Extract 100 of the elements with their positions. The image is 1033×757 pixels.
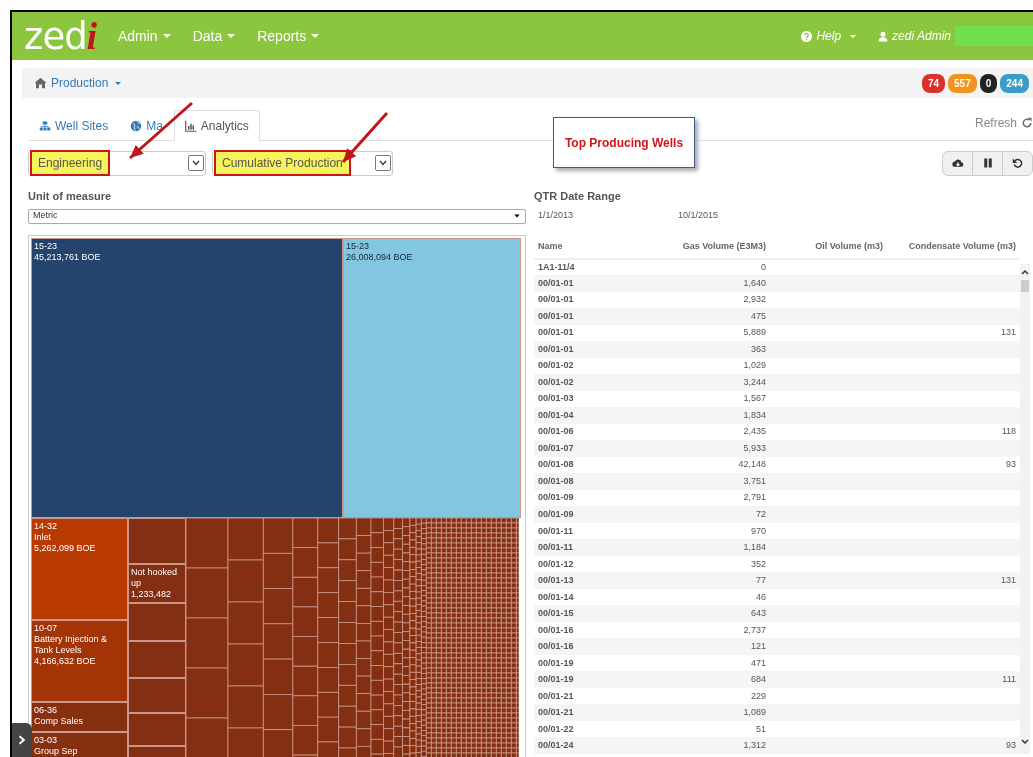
treemap-tile: 10-07 Battery Injection & Tank Levels 4,166,632 BOE [31,619,128,702]
refresh-button[interactable]: Refresh [974,114,1033,140]
table-cell: 5,889 [620,324,770,342]
table-cell: 00/01-24 [534,737,620,754]
table-cell: 42,148 [620,456,770,474]
column-header: Gas Volume (E3M3) [620,238,770,259]
treemap-tile [128,677,186,713]
date-value: 10/1/2015 [678,208,719,222]
chevron-down-icon [191,159,201,167]
table-cell: 00/01-19 [534,654,620,672]
logo: zedi [24,17,96,55]
column-header: Condensate Volume (m3) [887,238,1020,259]
dropdown-field[interactable]: Engineering [28,150,206,176]
table-cell: 93 [887,456,1020,474]
table-cell: 2,791 [620,489,770,507]
annotation-arrow [341,112,389,163]
table-cell: 131 [887,324,1020,342]
table-cell: 1,640 [620,275,770,292]
unit-select[interactable]: Metric [28,208,526,224]
treemap-tile: 06-36 Comp Sales [31,701,128,732]
network-icon [39,120,51,132]
table-cell: 00/01-21 [534,687,620,705]
column-header: Oil Volume (m3) [770,238,887,259]
treemap-tile [128,640,186,678]
scrollbar[interactable] [1020,264,1030,754]
tab[interactable]: Ma [119,110,174,141]
table-cell: 1,029 [620,357,770,375]
table-cell: 00/01-04 [534,407,620,424]
user-icon [878,30,889,42]
table-cell: 00/01-01 [534,275,620,292]
count-badge: 74 [921,73,946,93]
breadcrumb-link[interactable]: Production [34,74,122,92]
table-cell: 2,737 [620,621,770,639]
table-cell: 00/01-14 [534,588,620,606]
table-cell: 2,932 [620,291,770,309]
chevron-down-icon [378,159,388,167]
pause-icon [981,157,994,169]
field-label: QTR Date Range [534,189,622,204]
table-cell: 00/01-15 [534,605,620,622]
table-cell: 471 [620,654,770,672]
table-cell: 00/01-01 [534,291,620,309]
table-cell: 3,751 [620,473,770,490]
treemap-tile: 15-23 45,213,761 BOE [31,237,343,518]
table-cell: 51 [620,720,770,738]
table-cell: 1,567 [620,390,770,408]
treemap-tile: Not hooked up 1,233,482 [128,563,186,603]
chevron-right-icon [17,734,27,746]
sidebar-toggle[interactable] [12,723,32,757]
date-value: 1/1/2013 [538,208,575,222]
table-cell: 121 [620,638,770,655]
pause-button[interactable] [972,150,1003,176]
table-cell: 00/01-01 [534,341,620,358]
table-cell: 00/01-19 [534,671,620,688]
table-cell: 118 [887,423,1020,441]
table-cell: 684 [620,671,770,688]
treemap-tile [128,517,186,564]
table-cell: 46 [620,588,770,606]
table-cell: 363 [620,341,770,358]
table-cell: 3,244 [620,374,770,391]
annotation-arrow [129,101,193,160]
treemap-tile: 03-03 Group Sep [31,731,128,757]
table-cell: 970 [620,522,770,540]
table-cell: 00/01-08 [534,456,620,474]
refresh-icon [1021,117,1033,129]
table-cell: 93 [887,737,1020,754]
download-button[interactable] [942,150,973,176]
table-cell: 00/01-16 [534,638,620,655]
column-header: Name [534,238,620,259]
table-cell: 00/01-22 [534,720,620,738]
table-cell: 00/01-01 [534,308,620,325]
tab[interactable]: Well Sites [28,110,120,141]
table-cell: 00/01-09 [534,489,620,507]
table-cell: 00/01-12 [534,555,620,573]
globe-icon [130,120,143,132]
undo-button[interactable] [1002,150,1033,176]
count-badge: 244 [1000,73,1029,93]
treemap-tile: 15-23 26,008,094 BOE [343,237,521,518]
treemap-tile [128,712,186,746]
table-cell: 00/01-07 [534,440,620,457]
table-cell: 00/01-02 [534,357,620,375]
table-cell: 643 [620,605,770,622]
table-cell: 00/01-09 [534,506,620,523]
cloud-download-icon [951,157,964,169]
table-cell: 00/01-08 [534,473,620,490]
table-cell: 00/01-02 [534,374,620,391]
table-cell: 475 [620,308,770,325]
help-icon [801,30,813,42]
tab[interactable]: Analytics [173,110,260,141]
count-badge: 0 [979,73,998,93]
treemap-tile: 14-32 Inlet 5,262,099 BOE [31,517,128,620]
dropdown-field[interactable]: Cumulative Production [212,150,393,176]
table-cell: 00/01-01 [534,324,620,342]
table-cell: 1,184 [620,539,770,556]
table-cell: 111 [887,671,1020,688]
table-cell: 0 [620,258,770,275]
table-cell: 00/01-16 [534,621,620,639]
table-cell: 00/01-21 [534,704,620,721]
field-label: Unit of measure [28,189,113,204]
table-cell: 00/01-13 [534,572,620,589]
table-cell: 1,312 [620,737,770,754]
